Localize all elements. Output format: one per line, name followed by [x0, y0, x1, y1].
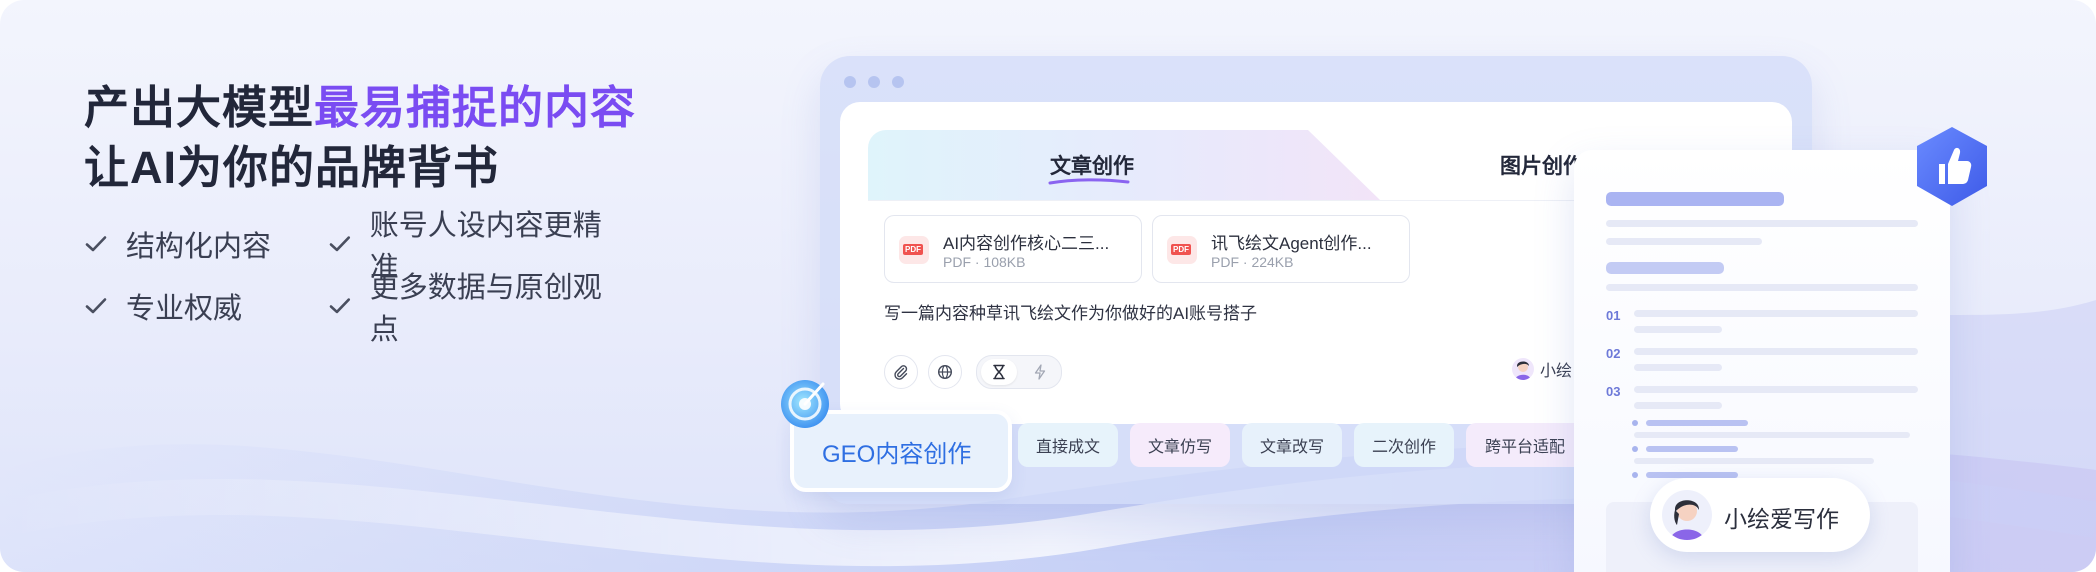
attach-button[interactable]: [884, 355, 918, 389]
check-icon: [329, 298, 351, 314]
pdf-icon: PDF: [1167, 236, 1197, 264]
headline-line2: 让AI为你的品牌背书: [84, 142, 500, 193]
feature-item: 更多数据与原创观点: [328, 272, 628, 346]
feature-label: 结构化内容: [126, 231, 272, 263]
promo-banner: 产出大模型最易捕捉的内容 让AI为你的品牌背书 结构化内容 账号人设内容更精准 …: [0, 0, 2096, 572]
mode-toggle[interactable]: [976, 355, 1062, 389]
feature-item: 账号人设内容更精准: [328, 210, 628, 284]
pdf-icon: PDF: [899, 236, 929, 264]
writer-label: 小绘爱写作: [1724, 506, 1839, 532]
headline-accent: 最易捕捉的内容: [314, 82, 637, 133]
mode-chip-imitate[interactable]: 文章仿写: [1130, 423, 1230, 467]
prompt-text[interactable]: 写一篇内容种草讯飞绘文作为你做好的AI账号搭子: [884, 299, 1257, 324]
check-icon: [85, 236, 107, 252]
agent-label: 小绘: [1540, 363, 1573, 380]
agent-avatar: [1512, 358, 1534, 380]
globe-icon: [937, 364, 953, 380]
lightning-icon: [1034, 364, 1046, 380]
deep-mode-option[interactable]: [981, 359, 1017, 385]
feature-label: 更多数据与原创观点: [369, 272, 602, 346]
file-name: AI内容创作核心二三...: [943, 234, 1110, 253]
target-icon: [781, 380, 829, 428]
file-attachment[interactable]: PDF AI内容创作核心二三... PDF · 108KB: [884, 215, 1142, 283]
hourglass-icon: [993, 364, 1005, 380]
tab-article[interactable]: 文章创作: [1050, 150, 1134, 180]
web-search-button[interactable]: [928, 355, 962, 389]
check-icon: [329, 236, 351, 252]
mode-chip-rewrite[interactable]: 文章改写: [1242, 423, 1342, 467]
fast-mode-option[interactable]: [1025, 359, 1055, 385]
headline-line1: 产出大模型: [84, 82, 315, 133]
feature-list: 结构化内容 账号人设内容更精准 专业权威 更多数据与原创观点: [84, 210, 684, 346]
thumbs-up-icon: [1917, 127, 1987, 206]
file-attachment[interactable]: PDF 讯飞绘文Agent创作... PDF · 224KB: [1152, 215, 1410, 283]
writer-badge[interactable]: 小绘爱写作: [1650, 478, 1870, 552]
headline: 产出大模型最易捕捉的内容 让AI为你的品牌背书: [84, 78, 636, 198]
writer-avatar: [1662, 490, 1712, 540]
feature-item: 结构化内容: [84, 228, 328, 263]
geo-mode-label: GEO内容创作: [822, 441, 972, 468]
paperclip-icon: [894, 365, 908, 380]
mode-chip-secondary[interactable]: 二次创作: [1354, 423, 1454, 467]
mode-chip-direct[interactable]: 直接成文: [1018, 423, 1118, 467]
tab-image[interactable]: 图片创作: [1500, 150, 1584, 180]
section-number: 03: [1606, 384, 1621, 399]
file-name: 讯飞绘文Agent创作...: [1211, 234, 1372, 253]
tab-underline: [1048, 178, 1130, 185]
section-number: 01: [1606, 308, 1621, 323]
section-number: 02: [1606, 346, 1621, 361]
agent-selector[interactable]: 小绘: [1512, 357, 1572, 381]
file-meta: PDF · 108KB: [943, 254, 1026, 270]
window-dots: [844, 76, 904, 88]
feature-label: 专业权威: [126, 293, 243, 325]
file-meta: PDF · 224KB: [1211, 254, 1294, 270]
check-icon: [85, 298, 107, 314]
feature-item: 专业权威: [84, 290, 328, 325]
mode-chip-crossplatform[interactable]: 跨平台适配: [1466, 423, 1584, 467]
